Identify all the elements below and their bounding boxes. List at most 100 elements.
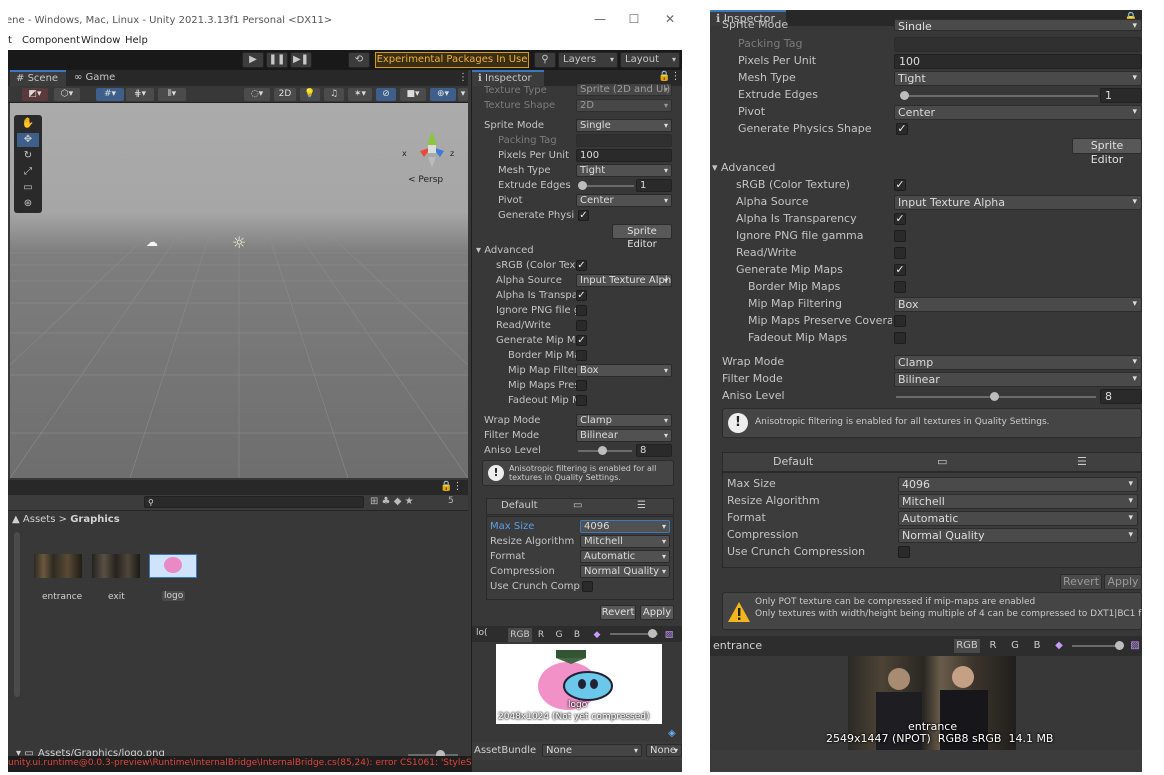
aniso-slider-knob[interactable] (990, 392, 999, 401)
menu-item-window[interactable]: Window (81, 35, 120, 46)
mip-slider-knob[interactable] (648, 629, 657, 638)
grid-snap-icon[interactable]: #▾ (96, 88, 124, 101)
channel-rgb[interactable]: RGB (954, 639, 980, 653)
aniso-field[interactable]: 8 (636, 444, 672, 457)
server-icon[interactable]: ☰ (637, 500, 646, 511)
wrap-mode-dropdown[interactable]: Clamp ▾ (576, 414, 672, 427)
assetbundle-variant-dropdown[interactable]: None ▾ (646, 744, 682, 757)
gen-physics-checkbox[interactable]: ✓ (578, 210, 589, 221)
alpha-icon[interactable]: ◆ (1052, 639, 1066, 653)
channel-r[interactable]: R (534, 628, 548, 642)
sprite-editor-button[interactable]: Sprite Editor (612, 224, 672, 250)
aniso-field[interactable]: 8 (1100, 389, 1142, 404)
filter-mode-dropdown[interactable]: Bilinear ▾ (894, 372, 1142, 387)
packing-tag-field[interactable] (576, 134, 672, 147)
gen-mip-checkbox[interactable]: ✓ (576, 335, 587, 346)
compression-dropdown[interactable]: Normal Quality ▾ (580, 565, 670, 578)
resize-dropdown[interactable]: Mitchell ▾ (580, 535, 670, 548)
experimental-packages-button[interactable]: Experimental Packages In Use ▾ (375, 52, 529, 79)
persp-label[interactable]: < Persp (408, 175, 443, 185)
wrap-mode-dropdown[interactable]: Clamp ▾ (894, 355, 1142, 370)
more-icon[interactable]: ▾ (458, 88, 468, 101)
gen-physics-checkbox[interactable]: ✓ (896, 123, 908, 135)
menu-item-help[interactable]: Help (125, 35, 148, 46)
asset-thumb-entrance[interactable] (34, 554, 82, 578)
texture-shape-dropdown[interactable]: 2D ▾ (576, 99, 672, 112)
alpha-icon[interactable]: ◆ (590, 628, 604, 642)
channel-b[interactable]: B (1030, 639, 1044, 653)
cube-icon[interactable]: ⬡▾ (54, 88, 80, 101)
tag-icon[interactable]: ◈ (668, 728, 676, 739)
gen-mip-checkbox[interactable]: ✓ (894, 264, 906, 276)
texture-type-dropdown[interactable]: Sprite (2D and UI) ▾ (576, 83, 672, 96)
revert-button[interactable]: Revert (1060, 574, 1102, 590)
breadcrumb-graphics[interactable]: Graphics (70, 514, 119, 525)
advanced-foldout[interactable]: ▾ Advanced (712, 160, 775, 176)
mip-preserve-checkbox[interactable] (576, 380, 587, 391)
border-mip-checkbox[interactable] (576, 350, 587, 361)
sprite-editor-button[interactable]: Sprite Editor (1072, 138, 1142, 166)
visibility-icon[interactable]: ⊘ (376, 88, 396, 101)
gizmos-icon[interactable]: ⊕▾ (430, 88, 456, 101)
server-icon[interactable]: ☰ (1077, 455, 1087, 468)
grid-icon[interactable]: ⋕▾ (126, 88, 154, 101)
filter-mode-dropdown[interactable]: Bilinear ▾ (576, 429, 672, 442)
channel-g[interactable]: G (552, 628, 566, 642)
mode-2d-button[interactable]: 2D (274, 88, 296, 101)
step-button[interactable]: ▶❚ (290, 52, 312, 68)
audio-icon[interactable]: ♫ (324, 88, 344, 101)
menu-item-component[interactable]: Component (22, 35, 80, 46)
channel-rgb[interactable]: RGB (508, 628, 532, 642)
compression-dropdown[interactable]: Normal Quality ▾ (898, 528, 1138, 543)
ppu-field[interactable]: 100 (576, 149, 672, 162)
minimize-button[interactable]: — (590, 12, 610, 28)
asset-thumb-exit[interactable] (92, 554, 140, 578)
draw-mode-dropdown[interactable]: ◩▾ (22, 88, 48, 101)
aniso-slider-knob[interactable] (598, 446, 607, 455)
scale-tool-icon[interactable]: ⤢ (17, 165, 39, 179)
layout-dropdown[interactable]: Layout ▾ (620, 52, 680, 68)
checker-icon[interactable]: ▨ (1128, 639, 1142, 653)
asset-thumb-logo[interactable] (149, 554, 197, 578)
pivot-dropdown[interactable]: Center ▾ (894, 105, 1142, 120)
alpha-transp-checkbox[interactable]: ✓ (576, 290, 587, 301)
crunch-checkbox[interactable] (582, 581, 593, 592)
breadcrumb-assets[interactable]: Assets (23, 514, 56, 525)
sprite-mode-dropdown[interactable]: Single ▾ (576, 119, 672, 132)
maximize-button[interactable]: ☐ (624, 12, 644, 28)
lock-icon[interactable]: 🔒⋮ (440, 481, 462, 492)
monitor-icon[interactable]: ▭ (937, 455, 947, 468)
read-write-checkbox[interactable] (894, 247, 906, 259)
channel-b[interactable]: B (570, 628, 584, 642)
tab-scene[interactable]: # Scene (10, 70, 66, 86)
play-button[interactable]: ▶ (242, 52, 264, 68)
border-mip-checkbox[interactable] (894, 281, 906, 293)
asset-label-exit[interactable]: exit (108, 592, 125, 602)
format-dropdown[interactable]: Automatic ▾ (580, 550, 670, 563)
move-tool-icon[interactable]: ✥ (17, 133, 39, 147)
asset-label-logo[interactable]: logo (162, 591, 186, 601)
alpha-transp-checkbox[interactable]: ✓ (894, 213, 906, 225)
packing-tag-field[interactable] (894, 37, 1142, 52)
assetbundle-dropdown[interactable]: None ▾ (542, 744, 642, 757)
more-menu-icon[interactable]: ⋮ (452, 70, 468, 86)
sprite-mode-dropdown[interactable]: Single ▾ (894, 19, 1142, 31)
scene-view[interactable]: ✋ ✥ ↻ ⤢ ▭ ⊛ x z < Persp ☁ ☼ (10, 103, 468, 478)
srgb-checkbox[interactable]: ✓ (894, 179, 906, 191)
read-write-checkbox[interactable] (576, 320, 587, 331)
rect-tool-icon[interactable]: ▭ (17, 181, 39, 195)
lock-icon[interactable]: 🔒⋮ (658, 71, 680, 82)
history-icon[interactable]: ⟲ (348, 52, 370, 68)
tab-default[interactable]: Default (501, 500, 538, 511)
ignore-png-checkbox[interactable] (576, 305, 587, 316)
tab-game[interactable]: ∞ Game (68, 70, 124, 86)
advanced-foldout[interactable]: ▾ Advanced (476, 243, 534, 258)
search-icon[interactable]: ⚲ (534, 52, 556, 68)
lighting-icon[interactable]: 💡 (300, 88, 320, 101)
extrude-field[interactable]: 1 (1100, 88, 1142, 103)
menu-item-truncated[interactable]: t (8, 35, 12, 46)
asset-label-entrance[interactable]: entrance (42, 592, 82, 602)
mesh-type-dropdown[interactable]: Tight ▾ (894, 71, 1142, 86)
scrollbar[interactable] (14, 532, 20, 697)
extrude-slider-knob[interactable] (900, 91, 909, 100)
